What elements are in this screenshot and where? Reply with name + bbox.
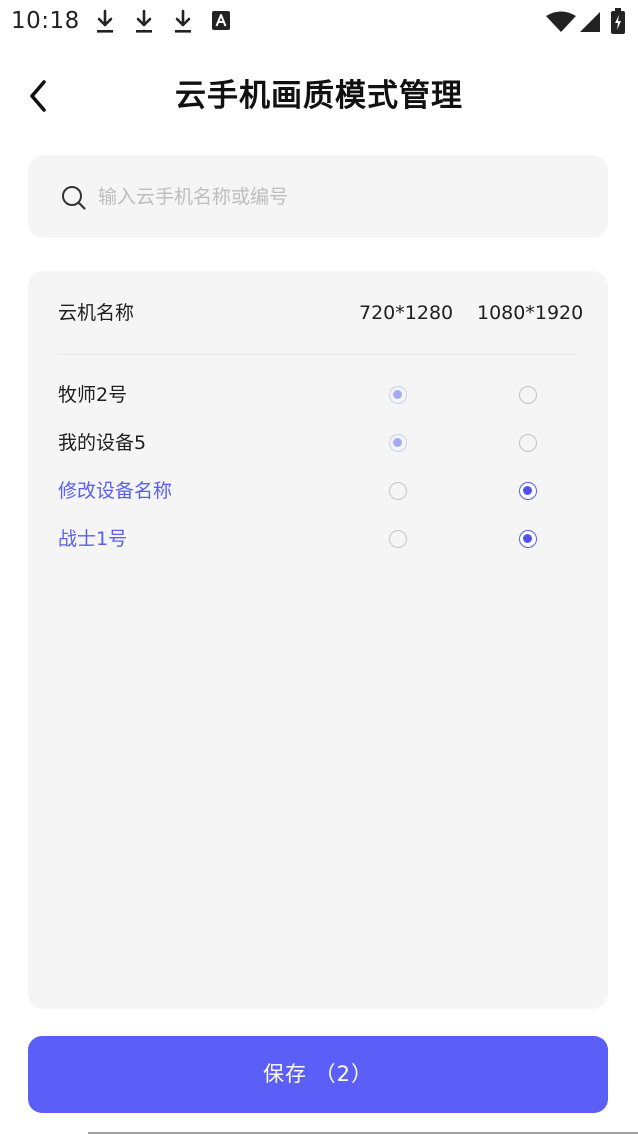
download-icon	[175, 9, 191, 33]
radio-720[interactable]	[389, 530, 407, 548]
column-header-name: 云机名称	[58, 302, 135, 324]
device-name: 我的设备5	[58, 432, 147, 454]
resolution-table: 云机名称 720*1280 1080*1920 牧师2号 我的设备5 修改设备名…	[28, 271, 608, 1009]
radio-1080-selected[interactable]	[519, 482, 537, 500]
table-header: 云机名称 720*1280 1080*1920	[28, 271, 608, 355]
device-name: 修改设备名称	[58, 480, 173, 502]
column-header-1080: 1080*1920	[477, 302, 584, 324]
search-input[interactable]	[98, 175, 578, 219]
table-row: 战士1号	[28, 515, 608, 563]
page-title: 云手机画质模式管理	[175, 78, 463, 114]
wifi-icon	[546, 11, 576, 32]
download-icon	[136, 9, 152, 33]
radio-1080[interactable]	[519, 386, 537, 404]
radio-1080-selected[interactable]	[519, 530, 537, 548]
column-header-720: 720*1280	[359, 302, 454, 324]
search-box[interactable]	[28, 155, 608, 238]
device-name: 牧师2号	[58, 384, 128, 406]
status-time: 10:18	[11, 8, 80, 34]
table-divider	[58, 354, 578, 355]
battery-charging-icon	[611, 8, 625, 34]
table-row: 修改设备名称	[28, 467, 608, 515]
device-name: 战士1号	[58, 528, 128, 550]
radio-720[interactable]	[389, 482, 407, 500]
status-bar: 10:18	[0, 0, 638, 44]
radio-1080[interactable]	[519, 434, 537, 452]
radio-720-selected[interactable]	[389, 434, 407, 452]
search-icon	[62, 186, 86, 210]
download-icon	[97, 9, 113, 33]
radio-720-selected[interactable]	[389, 386, 407, 404]
table-row: 牧师2号	[28, 371, 608, 419]
table-row: 我的设备5	[28, 419, 608, 467]
translate-a-icon	[212, 11, 230, 30]
save-button[interactable]: 保存 （2）	[28, 1036, 608, 1113]
signal-icon	[580, 12, 600, 32]
